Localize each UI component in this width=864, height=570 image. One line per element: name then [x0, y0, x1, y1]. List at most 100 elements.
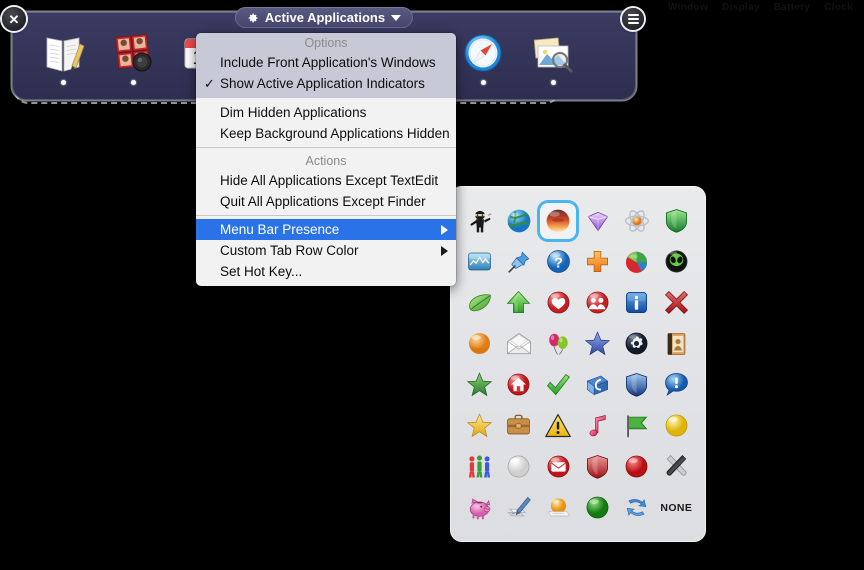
blue-shield-icon[interactable] [619, 367, 655, 403]
dock-app-photo-booth[interactable] [108, 30, 158, 92]
menu-item-label: Quit All Applications Except Finder [220, 194, 426, 209]
screen-root: Window Display Battery Clock ✕ Active Ap… [0, 0, 864, 570]
red-x-icon[interactable] [658, 285, 694, 321]
yellow-star-icon[interactable] [462, 408, 498, 444]
pink-piggy-icon[interactable] [462, 490, 498, 526]
menu-item-dim-hidden-applications[interactable]: Dim Hidden Applications [196, 102, 456, 123]
tools-icon[interactable] [658, 449, 694, 485]
safari-icon [460, 30, 506, 76]
menu-item-quit-all-except-finder[interactable]: Quit All Applications Except Finder [196, 191, 456, 212]
none-label: NONE [660, 501, 693, 514]
menu-item-menu-bar-presence[interactable]: Menu Bar Presence [196, 219, 456, 240]
menu-section-options: Options Include Front Application's Wind… [196, 33, 456, 98]
heart-icon[interactable] [540, 285, 576, 321]
menubar-ghost-item: Clock [824, 1, 854, 13]
question-mark-icon[interactable]: ? [540, 244, 576, 280]
menubar-ghost-item: Battery [773, 1, 811, 13]
dock-app-textedit[interactable] [38, 30, 88, 92]
orange-cross-icon[interactable] [580, 244, 616, 280]
sign-document-icon[interactable] [501, 490, 537, 526]
dock-app-preview[interactable] [528, 30, 578, 92]
dock-app-safari[interactable] [458, 30, 508, 92]
white-orb-icon[interactable] [501, 449, 537, 485]
info-icon[interactable] [619, 285, 655, 321]
gear-dark-icon[interactable] [619, 326, 655, 362]
photo-booth-icon [110, 30, 156, 76]
green-shield-icon[interactable] [658, 203, 694, 239]
none-option[interactable]: NONE [658, 490, 694, 526]
menu-item-label: Custom Tab Row Color [220, 243, 359, 258]
menu-section-hidden: Dim Hidden Applications Keep Background … [196, 102, 456, 144]
menu-item-include-front-windows[interactable]: Include Front Application's Windows [196, 52, 456, 73]
checkmark-icon: ✓ [204, 76, 215, 91]
submenu-arrow-icon [441, 225, 448, 235]
green-leaf-icon[interactable] [462, 285, 498, 321]
envelope-open-icon[interactable] [501, 326, 537, 362]
ninja-icon[interactable] [462, 203, 498, 239]
atom-icon[interactable] [619, 203, 655, 239]
chevron-down-icon [391, 14, 402, 21]
blue-pushpin-icon[interactable] [501, 244, 537, 280]
music-note-icon[interactable] [580, 408, 616, 444]
textedit-icon [40, 30, 86, 76]
blue-star-icon[interactable] [580, 326, 616, 362]
orange-sphere-icon[interactable] [462, 326, 498, 362]
menu-section-header-actions: Actions [305, 154, 347, 168]
menu-divider [196, 147, 456, 148]
sunrise-icon[interactable] [540, 490, 576, 526]
sunset-orb-icon[interactable] [540, 202, 577, 239]
gift-people-icon[interactable] [462, 449, 498, 485]
dock-title-button[interactable]: Active Applications [234, 7, 414, 28]
yellow-orb-icon[interactable] [658, 408, 694, 444]
dock-title-label: Active Applications [264, 10, 386, 25]
menu-item-custom-tab-row-color[interactable]: Custom Tab Row Color [196, 240, 456, 261]
green-orb-icon[interactable] [580, 490, 616, 526]
context-menu: Options Include Front Application's Wind… [196, 33, 456, 286]
menu-item-label: Menu Bar Presence [220, 222, 340, 237]
menu-item-label: Set Hot Key... [220, 264, 303, 279]
running-indicator [550, 80, 556, 85]
close-icon[interactable]: ✕ [2, 7, 26, 31]
hamburger-menu-icon[interactable] [622, 8, 644, 30]
icon-picker-panel: ? NONE [450, 186, 706, 542]
blue-sync-icon[interactable] [619, 490, 655, 526]
red-shield-icon[interactable] [580, 449, 616, 485]
green-check-icon[interactable] [540, 367, 576, 403]
menu-item-show-active-indicators[interactable]: ✓ Show Active Application Indicators [196, 73, 456, 94]
green-star-icon[interactable] [462, 367, 498, 403]
menu-section-submenus: Menu Bar Presence Custom Tab Row Color S… [196, 219, 456, 282]
icon-grid: ? NONE [460, 200, 696, 528]
graph-monitor-icon[interactable] [462, 244, 498, 280]
menu-item-label: Dim Hidden Applications [220, 105, 367, 120]
green-up-arrow-icon[interactable] [501, 285, 537, 321]
menu-item-hide-all-except-textedit[interactable]: Hide All Applications Except TextEdit [196, 170, 456, 191]
pie-chart-icon[interactable] [619, 244, 655, 280]
alien-icon[interactable] [658, 244, 694, 280]
red-orb-icon[interactable] [619, 449, 655, 485]
menu-item-keep-background-hidden[interactable]: Keep Background Applications Hidden [196, 123, 456, 144]
menu-item-set-hot-key[interactable]: Set Hot Key... [196, 261, 456, 282]
red-mail-icon[interactable] [540, 449, 576, 485]
running-indicator [60, 80, 66, 85]
globe-icon[interactable] [501, 203, 537, 239]
warning-triangle-icon[interactable] [540, 408, 576, 444]
exclamation-bubble-icon[interactable] [658, 367, 694, 403]
menu-item-label: Include Front Application's Windows [220, 55, 436, 70]
menu-item-label: Keep Background Applications Hidden [220, 126, 450, 141]
blue-ribbon-icon[interactable] [580, 367, 616, 403]
balloons-icon[interactable] [540, 326, 576, 362]
menubar-ghost-item: Display [722, 1, 760, 13]
submenu-arrow-icon [441, 246, 448, 256]
briefcase-icon[interactable] [501, 408, 537, 444]
menu-item-label: Show Active Application Indicators [220, 76, 425, 91]
address-book-icon[interactable] [658, 326, 694, 362]
menu-section-actions: Actions Hide All Applications Except Tex… [196, 151, 456, 212]
purple-gem-icon[interactable] [580, 203, 616, 239]
menubar-ghost-text: Window Display Battery Clock [668, 1, 864, 13]
red-home-button-icon[interactable] [501, 367, 537, 403]
running-indicator [480, 80, 486, 85]
group-people-icon[interactable] [580, 285, 616, 321]
svg-text:?: ? [554, 255, 563, 271]
green-flag-icon[interactable] [619, 408, 655, 444]
menu-item-label: Hide All Applications Except TextEdit [220, 173, 439, 188]
